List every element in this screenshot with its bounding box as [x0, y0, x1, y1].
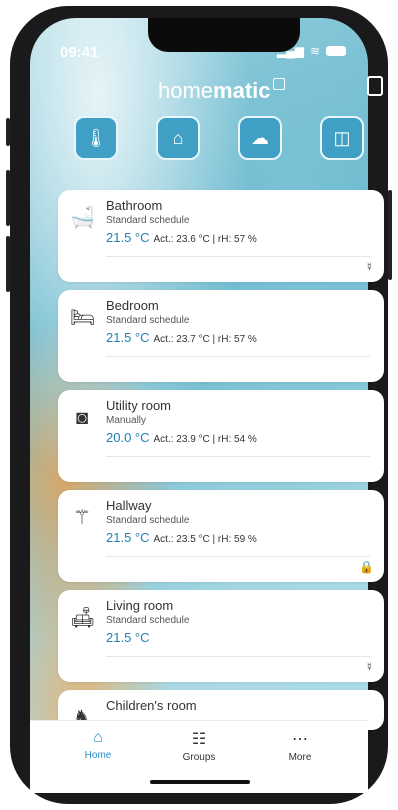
coat-rack-icon: ⚚: [73, 507, 91, 529]
vent-icon: ☿: [365, 660, 374, 674]
divider: [106, 356, 370, 357]
thermometer-icon: 🌡: [84, 127, 108, 148]
power-button: [388, 190, 392, 280]
room-setpoint: 21.5 °C: [106, 330, 150, 345]
lock-icon: 🔒: [359, 560, 374, 574]
room-name: Hallway: [106, 498, 152, 513]
category-window[interactable]: ◫: [320, 116, 364, 160]
more-icon: ⋯: [292, 731, 308, 748]
home-indicator: [150, 780, 250, 784]
tab-groups[interactable]: ☷ Groups: [159, 729, 239, 763]
bathtub-icon: 🛁: [70, 207, 95, 229]
washing-machine-icon: ◙: [75, 407, 89, 429]
tab-more[interactable]: ⋯ More: [260, 729, 340, 763]
room-temps: 21.5 °C Act.: 23.6 °C | rH: 57 %: [106, 230, 257, 245]
room-name: Living room: [106, 598, 174, 613]
mute-switch: [6, 118, 10, 146]
room-card-utility-room[interactable]: ◙ Utility room Manually 20.0 °C Act.: 23.…: [58, 390, 384, 482]
divider: [106, 556, 370, 557]
tab-label: Groups: [182, 752, 216, 763]
tab-label: More: [288, 752, 312, 763]
divider: [106, 256, 370, 257]
room-setpoint: 21.5 °C: [106, 630, 150, 645]
tab-home[interactable]: ⌂ Home: [58, 729, 138, 761]
room-details: Act.: 23.7 °C | rH: 57 %: [153, 334, 257, 345]
room-mode: Standard schedule: [106, 615, 190, 626]
room-name: Bedroom: [106, 298, 159, 313]
room-card-living-room[interactable]: 🛋 Living room Standard schedule 21.5 °C …: [58, 590, 384, 682]
room-setpoint: 21.5 °C: [106, 230, 150, 245]
status-time: 09:41: [60, 44, 99, 61]
logo-square-icon: [272, 78, 285, 90]
vent-icon: ☿: [365, 260, 374, 274]
category-house[interactable]: ⌂: [156, 116, 200, 160]
divider: [106, 456, 370, 457]
battery-icon: [326, 46, 346, 56]
room-details: Act.: 23.9 °C | rH: 54 %: [153, 434, 257, 445]
room-temps: 21.5 °C Act.: 23.7 °C | rH: 57 %: [106, 330, 257, 345]
room-name: Utility room: [106, 398, 172, 413]
volume-up-button: [6, 170, 10, 226]
room-name: Children's room: [106, 698, 197, 713]
room-card-hallway[interactable]: ⚚ Hallway Standard schedule 21.5 °C Act.:…: [58, 490, 384, 582]
logo-bold: matic: [213, 78, 271, 103]
status-icons: ▂▄▆ ≋: [277, 44, 346, 58]
home-icon: ⌂: [93, 729, 103, 746]
room-details: Act.: 23.6 °C | rH: 57 %: [153, 234, 257, 245]
room-setpoint: 21.5 °C: [106, 530, 150, 545]
signal-icon: ▂▄▆: [276, 44, 304, 58]
cloud-icon: ☁: [251, 127, 269, 148]
volume-down-button: [6, 236, 10, 292]
room-details: Act.: 23.5 °C | rH: 59 %: [153, 534, 257, 545]
room-name: Bathroom: [106, 198, 163, 213]
room-setpoint: 20.0 °C: [106, 430, 150, 445]
room-card-bedroom[interactable]: 🛏 Bedroom Standard schedule 21.5 °C Act.:…: [58, 290, 384, 382]
panel-toggle-icon[interactable]: [367, 76, 383, 96]
room-temps: 20.0 °C Act.: 23.9 °C | rH: 54 %: [106, 430, 257, 445]
bed-icon: 🛏: [70, 307, 96, 329]
category-thermometer[interactable]: 🌡: [74, 116, 118, 160]
window-icon: ◫: [333, 127, 351, 148]
room-temps: 21.5 °C Act.: 23.5 °C | rH: 59 %: [106, 530, 257, 545]
groups-icon: ☷: [191, 731, 207, 748]
logo-prefix: home: [158, 78, 214, 103]
room-mode: Standard schedule: [106, 315, 190, 326]
divider: [106, 656, 370, 657]
room-mode: Standard schedule: [106, 215, 190, 226]
room-temps: 21.5 °C: [106, 630, 150, 645]
room-card-bathroom[interactable]: 🛁 Bathroom Standard schedule 21.5 °C Act.…: [58, 190, 384, 282]
wifi-icon: ≋: [309, 44, 320, 58]
app-logo: homematic: [158, 78, 285, 104]
house-icon: ⌂: [172, 127, 184, 148]
room-mode: Manually: [106, 415, 147, 426]
tab-label: Home: [84, 750, 112, 761]
room-mode: Standard schedule: [106, 515, 190, 526]
sofa-icon: 🛋: [70, 607, 96, 629]
category-bar: 🌡 ⌂ ☁ ◫: [74, 116, 364, 160]
category-cloud[interactable]: ☁: [238, 116, 282, 160]
